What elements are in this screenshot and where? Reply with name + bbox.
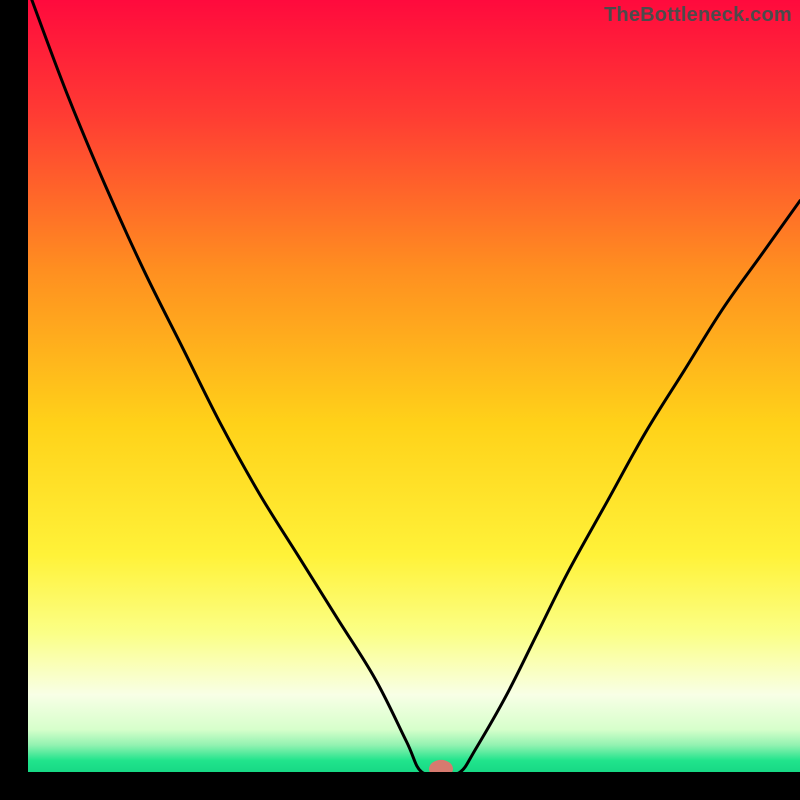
gradient-background [28,0,800,772]
attribution-label: TheBottleneck.com [604,4,792,27]
bottleneck-chart [28,0,800,772]
